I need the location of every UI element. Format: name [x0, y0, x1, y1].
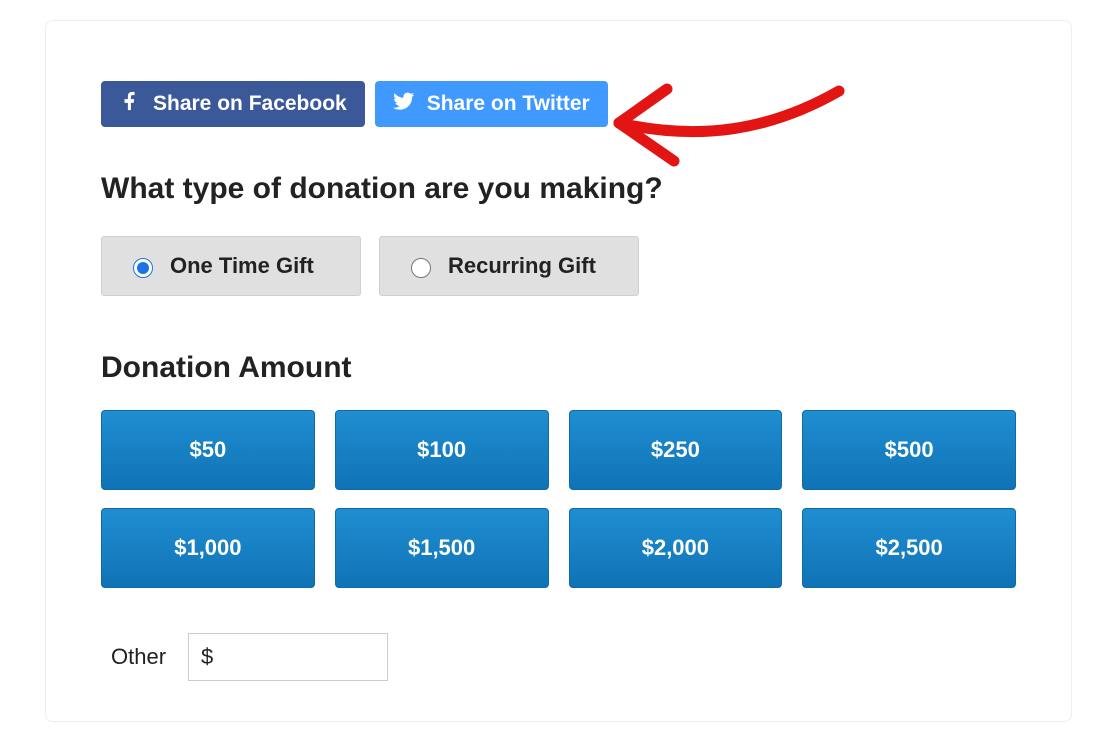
twitter-icon	[393, 90, 415, 118]
other-amount-box[interactable]: $	[188, 633, 388, 681]
share-twitter-label: Share on Twitter	[427, 92, 590, 116]
amount-button[interactable]: $100	[335, 410, 549, 490]
donation-form-card: Share on Facebook Share on Twitter What …	[45, 20, 1072, 722]
amount-grid: $50 $100 $250 $500 $1,000 $1,500 $2,000 …	[101, 410, 1016, 588]
share-twitter-button[interactable]: Share on Twitter	[375, 81, 608, 127]
amount-button[interactable]: $50	[101, 410, 315, 490]
amount-button[interactable]: $2,000	[569, 508, 783, 588]
amount-button[interactable]: $250	[569, 410, 783, 490]
other-amount-input[interactable]	[219, 645, 359, 670]
amount-button[interactable]: $1,500	[335, 508, 549, 588]
option-recurring[interactable]: Recurring Gift	[379, 236, 639, 296]
share-facebook-label: Share on Facebook	[153, 92, 347, 116]
facebook-icon	[119, 90, 141, 118]
share-facebook-button[interactable]: Share on Facebook	[101, 81, 365, 127]
amount-button[interactable]: $500	[802, 410, 1016, 490]
option-one-time-label: One Time Gift	[170, 253, 314, 279]
donation-type-heading: What type of donation are you making?	[101, 172, 1016, 206]
radio-recurring[interactable]	[411, 258, 431, 278]
option-one-time[interactable]: One Time Gift	[101, 236, 361, 296]
share-row: Share on Facebook Share on Twitter	[101, 81, 1016, 127]
currency-symbol: $	[201, 644, 213, 670]
amount-button[interactable]: $1,000	[101, 508, 315, 588]
amount-button[interactable]: $2,500	[802, 508, 1016, 588]
other-amount-row: Other $	[101, 633, 1016, 681]
radio-one-time[interactable]	[133, 258, 153, 278]
option-recurring-label: Recurring Gift	[448, 253, 596, 279]
donation-amount-heading: Donation Amount	[101, 351, 1016, 385]
donation-type-options: One Time Gift Recurring Gift	[101, 236, 1016, 296]
other-amount-label: Other	[111, 644, 166, 670]
